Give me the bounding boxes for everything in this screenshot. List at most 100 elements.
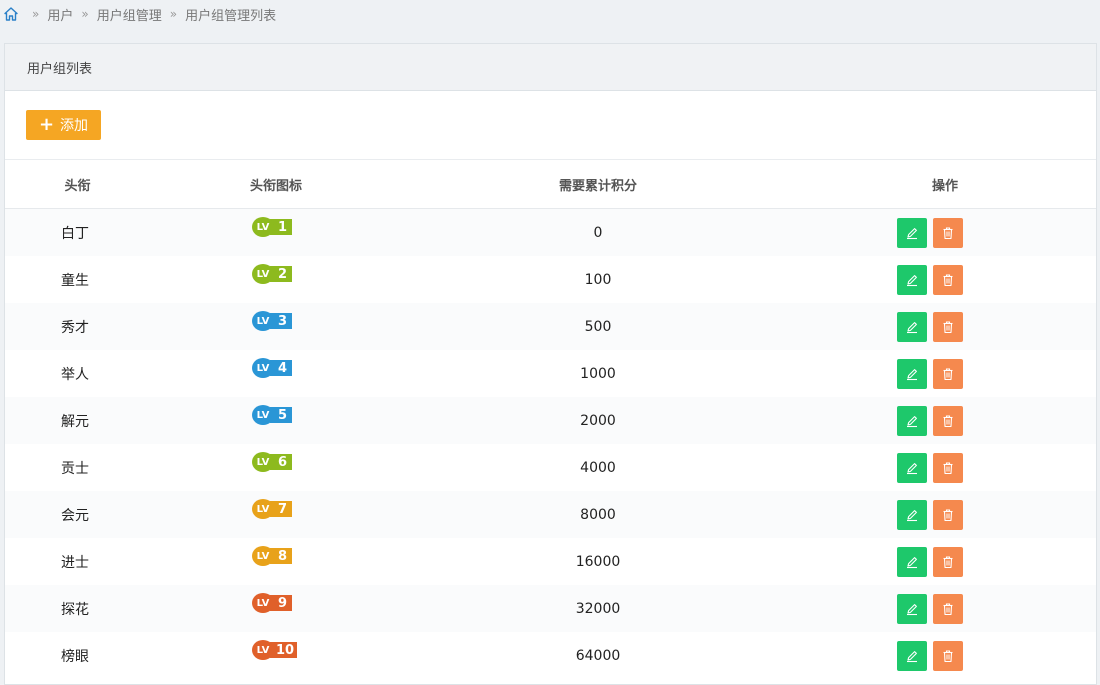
breadcrumb-item-group-management[interactable]: 用户组管理 (97, 5, 162, 24)
pencil-icon (907, 368, 917, 380)
group-icon-cell: LV 7 (150, 491, 402, 538)
delete-button[interactable] (933, 264, 963, 295)
trash-icon (943, 320, 953, 333)
panel-title: 用户组列表 (5, 44, 1096, 91)
table-row: 贡士 LV 6 4000 (5, 444, 1096, 491)
add-button-label: 添加 (60, 118, 89, 134)
trash-icon (943, 461, 953, 474)
ops-cell (794, 303, 1096, 350)
group-icon-cell: LV 6 (150, 444, 402, 491)
trash-icon (943, 414, 953, 427)
lv-circle: LV (252, 499, 274, 519)
table-row: 白丁 LV 1 0 (5, 208, 1096, 257)
header-name: 头衔 (5, 160, 150, 209)
edit-button[interactable] (897, 499, 927, 530)
lv-circle: LV (252, 217, 274, 237)
breadcrumb-item-users[interactable]: 用户 (47, 5, 73, 24)
pencil-icon (907, 509, 917, 521)
group-name: 秀才 (61, 319, 89, 336)
pencil-icon (907, 462, 917, 474)
level-badge-icon: LV 5 (252, 405, 292, 425)
pencil-icon (907, 227, 917, 239)
group-icon-cell: LV 8 (150, 538, 402, 585)
pencil-icon (907, 603, 917, 615)
delete-button[interactable] (933, 593, 963, 624)
group-points: 100 (584, 271, 612, 288)
breadcrumb-separator: » (81, 7, 89, 21)
group-points: 16000 (575, 553, 621, 570)
table-row: 童生 LV 2 100 (5, 256, 1096, 303)
trash-icon (943, 602, 953, 615)
lv-circle: LV (252, 311, 274, 331)
ops-cell (794, 538, 1096, 585)
group-name: 白丁 (61, 225, 89, 242)
group-name: 贡士 (61, 460, 89, 477)
header-points: 需要累计积分 (402, 160, 794, 209)
group-icon-cell: LV 1 (150, 209, 402, 257)
ops-cell (794, 397, 1096, 444)
group-name: 进士 (61, 554, 89, 571)
toolbar: + 添加 (5, 91, 1096, 160)
group-name: 举人 (61, 366, 89, 383)
edit-button[interactable] (897, 593, 927, 624)
trash-icon (943, 367, 953, 380)
ops-cell (794, 585, 1096, 632)
edit-button[interactable] (897, 311, 927, 342)
trash-icon (943, 226, 953, 239)
edit-button[interactable] (897, 264, 927, 295)
pencil-icon (907, 321, 917, 333)
lv-circle: LV (252, 405, 274, 425)
level-badge-icon: LV 4 (252, 358, 292, 378)
group-name: 会元 (61, 507, 89, 524)
ops-cell (794, 444, 1096, 491)
group-name: 探花 (61, 601, 89, 618)
pencil-icon (907, 556, 917, 568)
lv-circle: LV (252, 593, 274, 613)
group-points: 4000 (580, 459, 616, 476)
edit-button[interactable] (897, 546, 927, 577)
level-badge-icon: LV 6 (252, 452, 292, 472)
trash-icon (943, 508, 953, 521)
breadcrumb-item-group-list: 用户组管理列表 (185, 8, 277, 24)
plus-icon: + (38, 114, 55, 135)
table-row: 秀才 LV 3 500 (5, 303, 1096, 350)
edit-button[interactable] (897, 358, 927, 389)
pencil-icon (907, 415, 917, 427)
delete-button[interactable] (933, 311, 963, 342)
level-badge-icon: LV 10 (252, 640, 298, 660)
edit-button[interactable] (897, 217, 927, 248)
ops-cell (794, 350, 1096, 397)
lv-circle: LV (252, 264, 274, 284)
group-points: 32000 (575, 600, 621, 617)
delete-button[interactable] (933, 546, 963, 577)
home-icon[interactable] (4, 7, 18, 21)
edit-button[interactable] (897, 405, 927, 436)
delete-button[interactable] (933, 452, 963, 483)
ops-cell (794, 256, 1096, 303)
table-header-row: 头衔 头衔图标 需要累计积分 操作 (5, 160, 1096, 209)
group-icon-cell: LV 9 (150, 585, 402, 632)
group-points: 500 (584, 318, 612, 335)
header-ops: 操作 (794, 160, 1096, 209)
add-button[interactable]: + 添加 (26, 110, 101, 140)
group-list-panel: 用户组列表 + 添加 头衔 头衔图标 需要累计积分 操作 白丁 LV 1 0 童… (4, 43, 1097, 685)
table-row: 进士 LV 8 16000 (5, 538, 1096, 585)
delete-button[interactable] (933, 499, 963, 530)
breadcrumb-separator: » (32, 7, 40, 21)
level-badge-icon: LV 2 (252, 264, 292, 284)
table-row: 解元 LV 5 2000 (5, 397, 1096, 444)
lv-circle: LV (252, 452, 274, 472)
delete-button[interactable] (933, 358, 963, 389)
lv-circle: LV (252, 640, 274, 660)
edit-button[interactable] (897, 452, 927, 483)
table-row: 举人 LV 4 1000 (5, 350, 1096, 397)
level-badge-icon: LV 3 (252, 311, 292, 331)
group-points: 0 (593, 224, 603, 241)
group-icon-cell: LV 3 (150, 303, 402, 350)
group-name: 解元 (61, 413, 89, 430)
level-badge-icon: LV 7 (252, 499, 292, 519)
group-name: 童生 (61, 272, 89, 289)
group-points: 1000 (580, 365, 616, 382)
delete-button[interactable] (933, 405, 963, 436)
delete-button[interactable] (933, 217, 963, 248)
